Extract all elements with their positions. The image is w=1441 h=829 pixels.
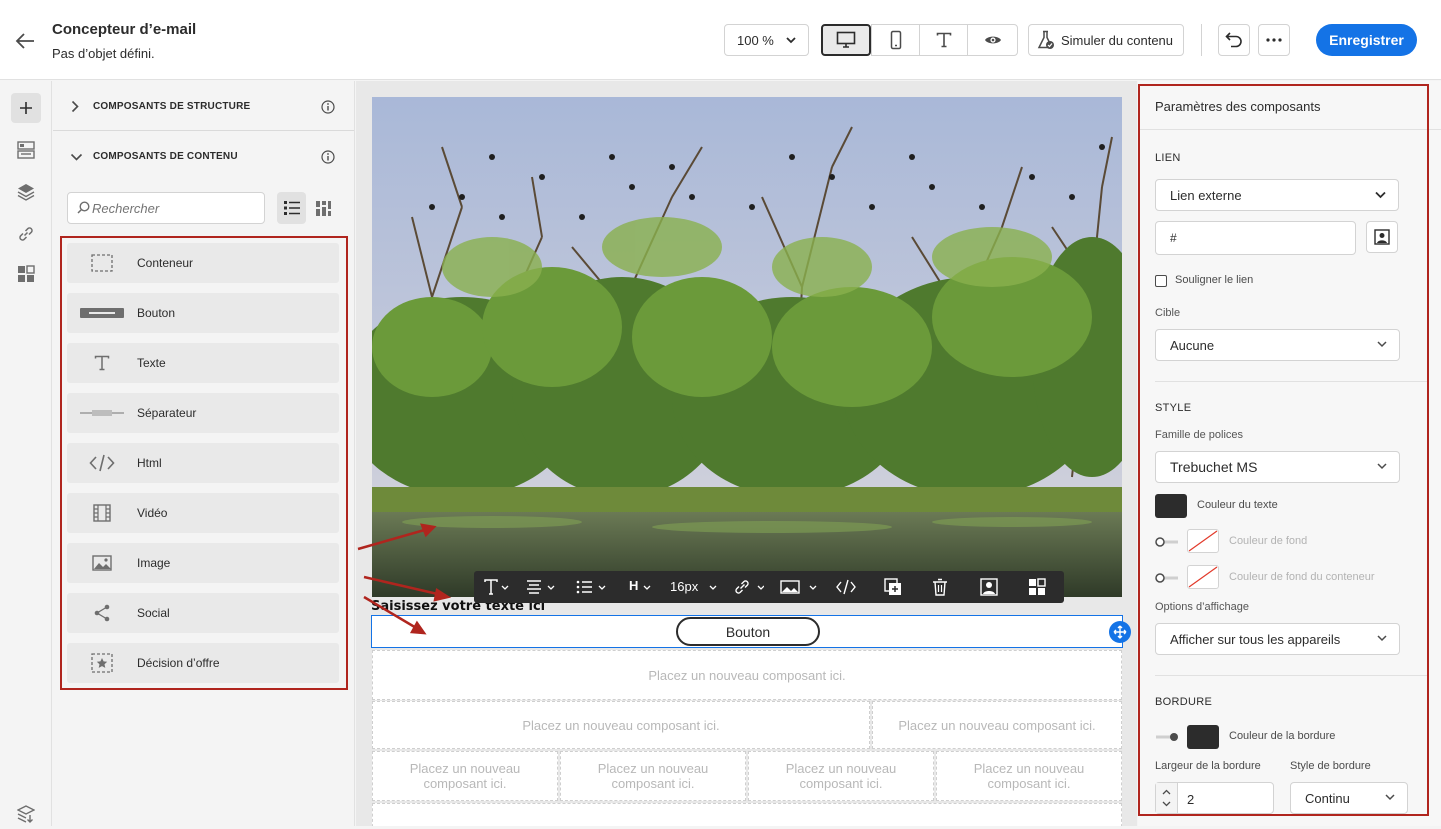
search-field[interactable]	[67, 192, 265, 224]
text-view-button[interactable]	[919, 24, 968, 56]
image-icon[interactable]	[780, 579, 818, 595]
more-icon	[1266, 38, 1282, 42]
top-bar: Concepteur d’e-mail Pas d’objet défini. …	[0, 0, 1441, 80]
undo-button[interactable]	[1218, 24, 1250, 56]
annotation-highlight	[60, 236, 348, 690]
desktop-view-button[interactable]	[821, 24, 871, 56]
drop-zone[interactable]: Placez un nouveau composant ici.	[560, 751, 746, 801]
chevron-down-icon	[786, 37, 796, 44]
zoom-value: 100 %	[737, 32, 774, 48]
page-subtitle: Pas d’objet défini.	[52, 46, 155, 61]
drop-zone[interactable]: Placez un nouveau composant ici.	[372, 751, 558, 801]
email-button[interactable]: Bouton	[676, 617, 820, 646]
duplicate-icon[interactable]	[884, 578, 902, 596]
save-button[interactable]: Enregistrer	[1316, 24, 1417, 56]
content-components-title: COMPOSANTS DE CONTENU	[93, 151, 238, 162]
undo-icon	[1225, 32, 1243, 48]
hero-image[interactable]	[372, 97, 1122, 597]
eye-icon	[984, 34, 1002, 46]
search-input[interactable]	[92, 199, 257, 217]
personalize-icon[interactable]	[980, 578, 998, 596]
delete-icon[interactable]	[932, 578, 948, 596]
add-components-icon[interactable]	[11, 93, 41, 123]
simulate-content-label: Simuler du contenu	[1061, 32, 1174, 48]
list-view-icon	[283, 200, 301, 216]
search-icon	[77, 201, 90, 214]
code-icon[interactable]	[836, 579, 856, 595]
layers-icon[interactable]	[11, 177, 41, 207]
back-arrow-icon[interactable]	[14, 30, 36, 52]
toolbar-divider	[1201, 24, 1202, 56]
heading-button[interactable]: H	[629, 578, 638, 593]
font-size-select[interactable]: 16px	[670, 579, 698, 594]
drop-zone[interactable]: Placez un nouveau composant ici.	[372, 650, 1122, 700]
mobile-view-button[interactable]	[871, 24, 920, 56]
align-icon[interactable]	[526, 579, 556, 595]
annotation-arrows	[357, 523, 452, 635]
drop-zone[interactable]	[372, 803, 1122, 826]
link-icon[interactable]	[11, 219, 41, 249]
page-title: Concepteur d’e-mail	[52, 21, 197, 38]
button-block[interactable]: Bouton	[371, 615, 1123, 648]
info-icon[interactable]	[321, 100, 335, 114]
grid-view-button[interactable]	[309, 192, 338, 224]
components-panel: COMPOSANTS DE STRUCTURE COMPOSANTS DE CO…	[53, 81, 355, 826]
more-options-button[interactable]	[1258, 24, 1290, 56]
text-format-icon[interactable]	[484, 579, 510, 595]
chevron-right-icon	[71, 100, 79, 113]
link-icon[interactable]	[734, 579, 764, 595]
text-icon	[936, 32, 952, 48]
preview-button[interactable]	[967, 24, 1018, 56]
chevron-down-icon	[70, 153, 83, 161]
fragments-icon[interactable]	[11, 135, 41, 165]
assets-icon[interactable]	[11, 259, 41, 289]
desktop-icon	[836, 31, 856, 49]
list-icon[interactable]	[576, 579, 606, 595]
move-handle-icon[interactable]	[1109, 621, 1131, 643]
list-view-button[interactable]	[277, 192, 306, 224]
annotation-highlight	[1138, 84, 1429, 816]
chevron-down-icon	[708, 579, 718, 595]
drop-zone[interactable]: Placez un nouveau composant ici.	[372, 701, 870, 749]
chevron-down-icon	[642, 579, 652, 595]
layer-settings-icon[interactable]	[11, 799, 41, 829]
email-canvas: Saisissez votre texte ici Bouton H 16px …	[356, 81, 1137, 826]
text-toolbar: H 16px	[474, 571, 1064, 603]
zoom-select[interactable]: 100 %	[724, 24, 809, 56]
simulate-content-button[interactable]: Simuler du contenu	[1028, 24, 1184, 56]
structure-components-title: COMPOSANTS DE STRUCTURE	[93, 101, 251, 112]
flask-icon	[1037, 30, 1055, 50]
structure-components-header[interactable]: COMPOSANTS DE STRUCTURE	[53, 81, 354, 131]
drop-zone[interactable]: Placez un nouveau composant ici.	[936, 751, 1122, 801]
grid-view-icon	[315, 200, 332, 217]
left-rail	[0, 81, 52, 826]
drop-zone[interactable]: Placez un nouveau composant ici.	[748, 751, 934, 801]
component-settings-panel: Paramètres des composants LIEN Lien exte…	[1138, 81, 1441, 826]
content-components-header[interactable]: COMPOSANTS DE CONTENU	[53, 132, 354, 182]
info-icon[interactable]	[321, 150, 335, 164]
drop-zone[interactable]: Placez un nouveau composant ici.	[872, 701, 1122, 749]
mobile-icon	[890, 30, 902, 50]
fragment-icon[interactable]	[1028, 578, 1046, 596]
